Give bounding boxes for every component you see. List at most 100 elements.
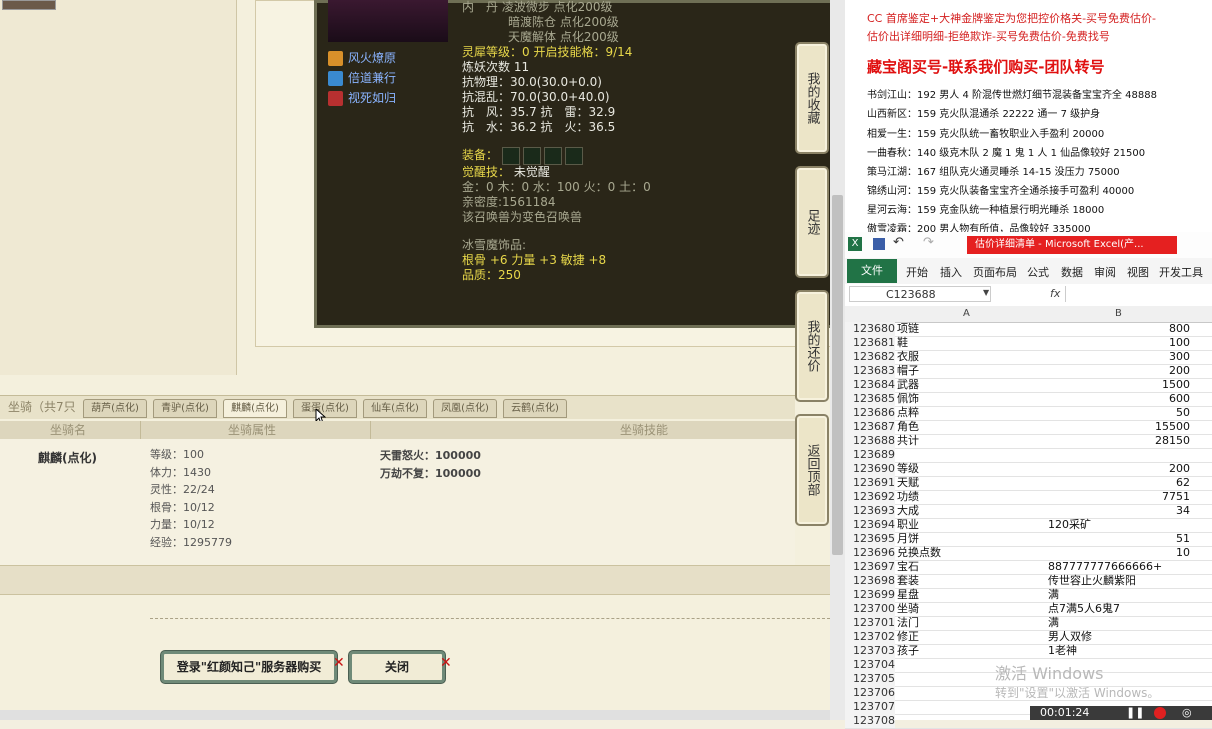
excel-row[interactable]: 123703 孩子 1老神 — [845, 644, 1212, 659]
row-number[interactable]: 123685 — [845, 392, 895, 406]
row-number[interactable]: 123692 — [845, 490, 895, 504]
excel-row[interactable]: 123702 修正 男人双修 — [845, 630, 1212, 645]
excel-row[interactable]: 123692 功绩 7751 — [845, 490, 1212, 505]
row-number[interactable]: 123701 — [845, 616, 895, 630]
equip-slot-icon[interactable] — [522, 146, 541, 165]
cell-b[interactable]: 传世容止火麟紫阳 — [1048, 574, 1208, 588]
column-a-header[interactable]: A — [963, 308, 970, 319]
equip-slot-icon[interactable] — [564, 146, 583, 165]
excel-row[interactable]: 123690 等级 200 — [845, 462, 1212, 477]
cell-a[interactable]: 功绩 — [897, 490, 1047, 504]
tab-mount-3[interactable]: 麒麟(点化) — [223, 399, 287, 418]
redo-icon[interactable]: ↷ — [923, 235, 934, 250]
ribbon-tab-data[interactable]: 数据 — [1061, 264, 1083, 280]
close-button[interactable]: 关闭 — [349, 651, 445, 683]
row-number[interactable]: 123684 — [845, 378, 895, 392]
cell-b[interactable]: 满 — [1048, 616, 1208, 630]
column-b-header[interactable]: B — [1115, 308, 1122, 319]
row-number[interactable]: 123708 — [845, 714, 895, 728]
cell-a[interactable]: 鞋 — [897, 336, 1047, 350]
ribbon-tab-formulas[interactable]: 公式 — [1027, 264, 1049, 280]
ribbon-tab-review[interactable]: 审阅 — [1094, 264, 1116, 280]
ribbon-tab-view[interactable]: 视图 — [1127, 264, 1149, 280]
cell-a[interactable]: 职业 — [897, 518, 1047, 532]
cell-a[interactable]: 武器 — [897, 378, 1047, 392]
cell-b[interactable]: 7751 — [1048, 490, 1190, 504]
cell-b[interactable]: 600 — [1048, 392, 1190, 406]
cell-a[interactable]: 套装 — [897, 574, 1047, 588]
equip-slot-icon[interactable] — [543, 146, 562, 165]
row-number[interactable]: 123689 — [845, 448, 895, 462]
excel-row[interactable]: 123698 套装 传世容止火麟紫阳 — [845, 574, 1212, 589]
excel-row[interactable]: 123693 大成 34 — [845, 504, 1212, 519]
buy-on-server-button[interactable]: 登录"红颜知己"服务器购买 — [161, 651, 337, 683]
row-number[interactable]: 123686 — [845, 406, 895, 420]
my-favorites-button[interactable]: 我的收藏 — [795, 42, 829, 154]
excel-row[interactable]: 123696 兑换点数 10 — [845, 546, 1212, 561]
chevron-down-icon[interactable]: ▼ — [983, 288, 989, 297]
row-number[interactable]: 123696 — [845, 546, 895, 560]
ribbon-tab-insert[interactable]: 插入 — [940, 264, 962, 280]
footprint-button[interactable]: 足迹 — [795, 166, 829, 278]
excel-row[interactable]: 123686 点粹 50 — [845, 406, 1212, 421]
row-number[interactable]: 123694 — [845, 518, 895, 532]
cell-b[interactable]: 点7满5人6鬼7 — [1048, 602, 1208, 616]
row-number[interactable]: 123704 — [845, 658, 895, 672]
cell-b[interactable]: 200 — [1048, 462, 1190, 476]
excel-row[interactable]: 123700 坐骑 点7满5人6鬼7 — [845, 602, 1212, 617]
cell-a[interactable]: 等级 — [897, 462, 1047, 476]
cell-a[interactable]: 共计 — [897, 434, 1047, 448]
cell-b[interactable]: 51 — [1048, 532, 1190, 546]
excel-row[interactable]: 123681 鞋 100 — [845, 336, 1212, 351]
name-box[interactable]: C123688 — [849, 286, 991, 302]
cell-a[interactable]: 角色 — [897, 420, 1047, 434]
scrollbar-thumb[interactable] — [832, 195, 843, 555]
cell-a[interactable]: 大成 — [897, 504, 1047, 518]
my-counteroffer-button[interactable]: 我的还价 — [795, 290, 829, 402]
row-number[interactable]: 123706 — [845, 686, 895, 700]
tab-mount-6[interactable]: 凤凰(点化) — [433, 399, 497, 418]
cell-b[interactable]: 887777777666666+ — [1048, 560, 1208, 574]
excel-row[interactable]: 123694 职业 120采矿 — [845, 518, 1212, 533]
excel-row[interactable]: 123701 法门满 — [845, 616, 1212, 631]
excel-row[interactable]: 123683 帽子 200 — [845, 364, 1212, 379]
excel-row[interactable]: 123688 共计 28150 — [845, 434, 1212, 449]
formula-input[interactable] — [1065, 286, 1211, 302]
cell-a[interactable]: 法门 — [897, 616, 1047, 630]
pet-skill-item[interactable]: 风火燎原 — [328, 48, 396, 68]
row-number[interactable]: 123687 — [845, 420, 895, 434]
row-number[interactable]: 123688 — [845, 434, 895, 448]
record-icon[interactable] — [1154, 707, 1166, 719]
horizontal-scrollbar[interactable] — [0, 710, 830, 720]
camera-icon[interactable]: ◎ — [1182, 706, 1192, 719]
excel-row[interactable]: 123697 宝石 887777777666666+ — [845, 560, 1212, 575]
cell-b[interactable]: 120采矿 — [1048, 518, 1208, 532]
cell-b[interactable]: 1500 — [1048, 378, 1190, 392]
ribbon-tab-file[interactable]: 文件 — [847, 259, 897, 283]
row-number[interactable]: 123700 — [845, 602, 895, 616]
cell-a[interactable]: 天赋 — [897, 476, 1047, 490]
row-number[interactable]: 123695 — [845, 532, 895, 546]
row-number[interactable]: 123702 — [845, 630, 895, 644]
excel-row[interactable]: 123680 项链 800 — [845, 322, 1212, 337]
fx-icon[interactable]: fx — [1050, 287, 1060, 300]
excel-row[interactable]: 123685 佩饰 600 — [845, 392, 1212, 407]
excel-row[interactable]: 123687 角色 15500 — [845, 420, 1212, 435]
cell-a[interactable]: 修正 — [897, 630, 1047, 644]
row-number[interactable]: 123681 — [845, 336, 895, 350]
cell-b[interactable]: 300 — [1048, 350, 1190, 364]
excel-row[interactable]: 123689 — [845, 448, 1212, 463]
row-number[interactable]: 123693 — [845, 504, 895, 518]
cell-b[interactable]: 50 — [1048, 406, 1190, 420]
cell-b[interactable]: 男人双修 — [1048, 630, 1208, 644]
cell-b[interactable]: 15500 — [1048, 420, 1190, 434]
cell-a[interactable]: 点粹 — [897, 406, 1047, 420]
excel-row[interactable]: 123695 月饼 51 — [845, 532, 1212, 547]
row-number[interactable]: 123698 — [845, 574, 895, 588]
cell-a[interactable]: 星盘 — [897, 588, 1047, 602]
cell-a[interactable]: 月饼 — [897, 532, 1047, 546]
cell-a[interactable]: 帽子 — [897, 364, 1047, 378]
row-number[interactable]: 123683 — [845, 364, 895, 378]
row-number[interactable]: 123703 — [845, 644, 895, 658]
cell-b[interactable]: 62 — [1048, 476, 1190, 490]
